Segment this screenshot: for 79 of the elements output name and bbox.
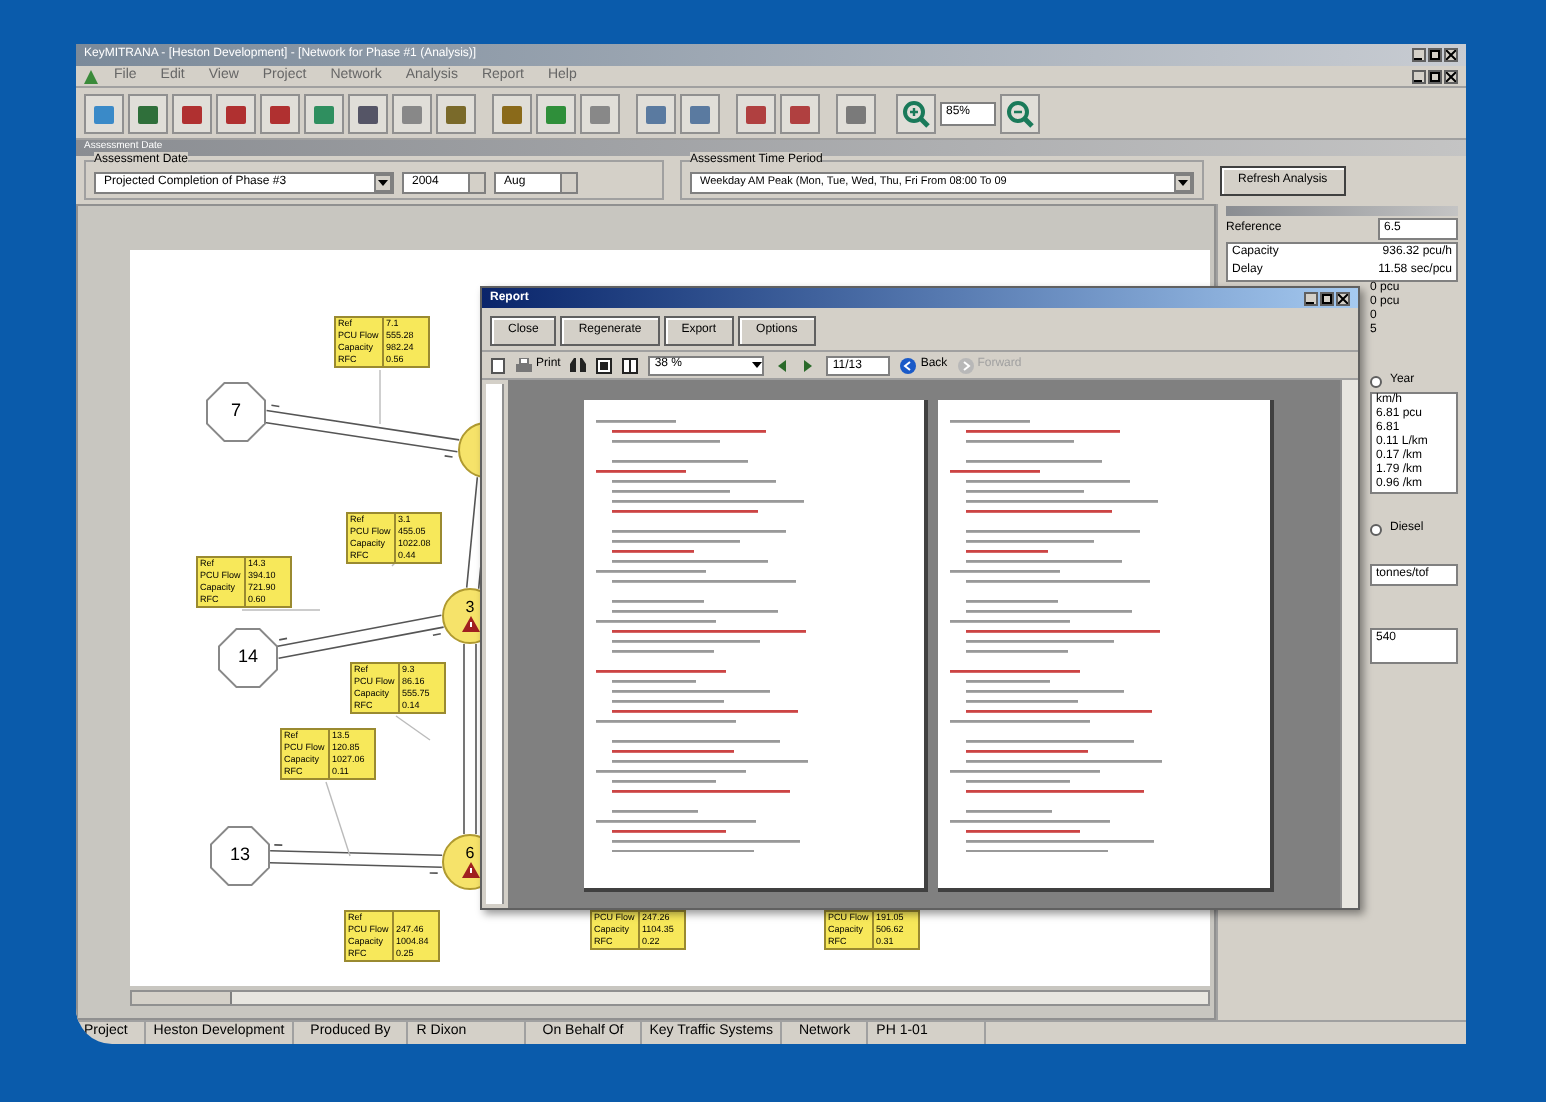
toolbar-button[interactable] [392,93,432,133]
toolbar-button[interactable] [304,93,344,133]
tool-icon [268,101,292,125]
single-page-icon[interactable] [596,357,613,373]
tool-icon [500,101,524,125]
radio-button[interactable] [1370,523,1382,535]
leader-line [379,369,381,425]
maximize-icon [1430,50,1440,60]
toolbar-button[interactable] [536,93,576,133]
toolbar-button[interactable] [348,93,388,133]
toolbar-button[interactable] [836,93,876,133]
leader-line [241,609,321,611]
printer-icon [516,357,532,373]
toolbar-button[interactable] [580,93,620,133]
tool-icon [688,101,712,125]
close-icon [1446,50,1456,60]
spinner-arrows-icon [560,174,576,192]
window-minimize-button[interactable] [1412,48,1426,62]
close-icon [1338,293,1348,303]
tool-icon [312,101,336,125]
tool-icon [744,101,768,125]
spinner-arrows-icon [468,174,484,192]
toolbar-button[interactable] [680,93,720,133]
close-icon [1446,71,1456,81]
binoculars-icon[interactable] [570,357,587,373]
tool-icon [788,101,812,125]
zone-node[interactable]: 14 [218,628,278,688]
zoom-button[interactable] [1000,93,1040,133]
arrow-circle-icon [957,357,974,373]
window-minimize-button[interactable] [1304,291,1318,305]
tool-icon [644,101,668,125]
leader-line [395,715,431,741]
radio-button[interactable] [1370,375,1382,387]
toolbar-button[interactable] [636,93,676,133]
zoom-in-icon [902,99,930,127]
two-page-icon[interactable] [622,357,639,373]
tool-icon [356,101,380,125]
window-maximize-button[interactable] [1320,291,1334,305]
zoom-out-icon [1006,99,1034,127]
next-page-icon[interactable] [800,357,817,373]
maximize-icon [1322,293,1332,303]
tool-icon [224,101,248,125]
dropdown-arrow-icon [752,362,763,368]
toolbar-button[interactable] [128,93,168,133]
node-number: 6 [465,846,475,862]
arrow-circle-icon [900,357,917,373]
toolbar-button[interactable] [780,93,820,133]
toolbar-button[interactable] [436,93,476,133]
window-close-button[interactable] [1336,291,1350,305]
leader-line [325,781,351,857]
tool-icon [180,101,204,125]
toolbar-button[interactable] [216,93,256,133]
tool-icon [136,101,160,125]
window-close-button[interactable] [1444,69,1458,83]
tool-icon [400,101,424,125]
toolbar-button[interactable] [492,93,532,133]
zone-node[interactable]: 13 [210,826,270,886]
scrollbar-thumb[interactable] [132,992,232,1004]
tool-icon [544,101,568,125]
horizontal-scrollbar[interactable] [130,990,1210,1006]
zone-node[interactable]: 7 [206,382,266,442]
toolbar-button[interactable] [172,93,212,133]
tool-icon [92,101,116,125]
tool-icon [588,101,612,125]
window-minimize-button[interactable] [1412,69,1426,83]
tool-icon [444,101,468,125]
toolbar-button[interactable] [260,93,300,133]
window-close-button[interactable] [1444,48,1458,62]
toolbar-button[interactable] [736,93,776,133]
toolbar-button[interactable] [84,93,124,133]
previous-page-icon[interactable] [774,357,791,373]
zoom-button[interactable] [896,93,936,133]
vertical-scrollbar[interactable] [1340,380,1358,908]
dropdown-arrow-icon [374,174,392,192]
page-icon[interactable] [490,357,506,373]
maximize-icon [1430,71,1440,81]
dropdown-arrow-icon [1174,174,1192,192]
node-number: 3 [465,600,475,616]
tool-icon [844,101,868,125]
